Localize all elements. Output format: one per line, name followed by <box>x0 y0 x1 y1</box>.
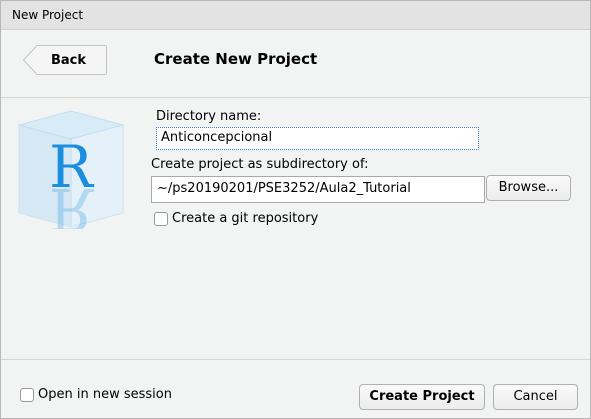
new-project-dialog: New Project Back Create New Project R R … <box>0 0 591 419</box>
svg-text:R: R <box>49 175 95 229</box>
r-logo-icon: R R <box>17 110 125 229</box>
git-repo-label: Create a git repository <box>172 211 319 226</box>
git-repo-checkbox[interactable] <box>154 212 168 226</box>
title-bar: New Project <box>1 1 590 30</box>
subdirectory-label: Create project as subdirectory of: <box>151 157 369 172</box>
directory-name-input[interactable]: Anticoncepcional <box>156 127 479 150</box>
page-title: Create New Project <box>154 50 318 68</box>
cancel-button[interactable]: Cancel <box>493 384 578 410</box>
back-button[interactable]: Back <box>23 45 107 75</box>
footer-divider <box>1 359 590 360</box>
browse-button[interactable]: Browse... <box>486 175 571 201</box>
subdirectory-input[interactable]: ~/ps20190201/PSE3252/Aula2_Tutorial <box>151 176 485 203</box>
create-project-button[interactable]: Create Project <box>359 384 485 410</box>
divider <box>1 97 590 98</box>
window-title: New Project <box>12 8 84 22</box>
new-session-checkbox[interactable] <box>20 388 34 402</box>
new-session-label: Open in new session <box>38 387 172 402</box>
back-label: Back <box>51 53 87 68</box>
directory-name-label: Directory name: <box>156 109 262 124</box>
